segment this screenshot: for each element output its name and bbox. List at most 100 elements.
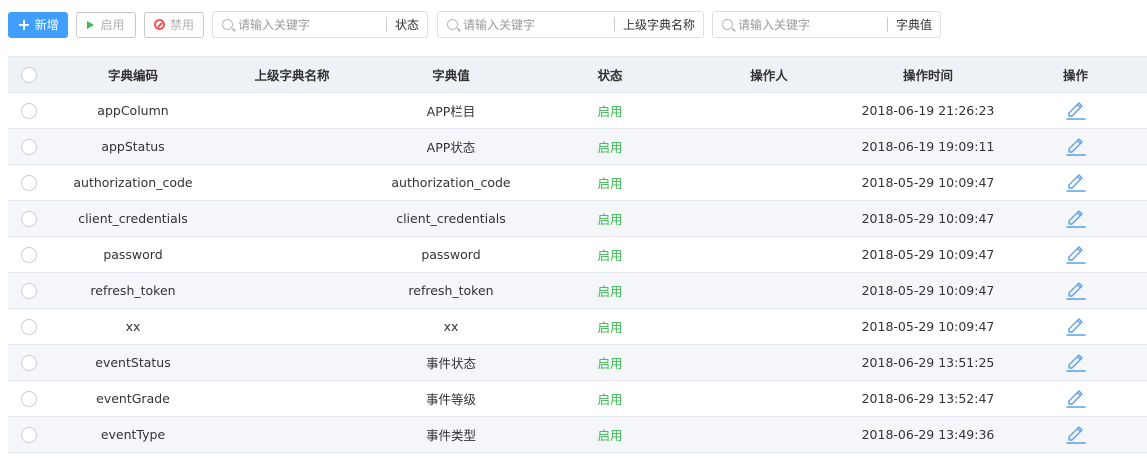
row-select-checkbox[interactable] (21, 282, 37, 299)
edit-icon[interactable] (1065, 245, 1087, 265)
cell-status: 启用 (597, 356, 623, 371)
cell-time: 2018-06-29 13:49:36 (861, 427, 995, 442)
edit-icon[interactable] (1065, 209, 1087, 229)
cell-time: 2018-05-29 10:09:47 (861, 319, 995, 334)
cell-code: eventType (100, 427, 166, 442)
row-select-checkbox[interactable] (21, 354, 37, 371)
status-filter-label: 状态 (394, 18, 419, 32)
table-row[interactable]: client_credentials client_credentials 启用… (8, 201, 1147, 237)
column-header-time[interactable]: 操作时间 (852, 65, 1004, 84)
column-header-code[interactable]: 字典编码 (50, 65, 216, 84)
edit-icon[interactable] (1065, 317, 1087, 337)
cell-time: 2018-05-29 10:09:47 (861, 211, 995, 226)
parent-name-filter-label: 上级字典名称 (622, 18, 695, 32)
table-row[interactable]: eventStatus 事件状态 启用 2018-06-29 13:51:25 (8, 345, 1147, 381)
table-row[interactable]: appStatus APP状态 启用 2018-06-19 19:09:11 (8, 129, 1147, 165)
cell-action (1004, 389, 1147, 409)
table-header: 字典编码 上级字典名称 字典值 状态 操作人 操作时间 操作 (8, 57, 1147, 93)
enable-button[interactable]: 启用 (76, 11, 136, 38)
row-select-cell (8, 354, 50, 371)
disable-button[interactable]: 禁用 (144, 11, 204, 38)
parent-name-filter: 上级字典名称 (437, 11, 704, 38)
row-select-cell (8, 102, 50, 119)
row-select-cell (8, 210, 50, 227)
row-select-cell (8, 426, 50, 443)
edit-icon[interactable] (1065, 389, 1087, 409)
cell-status: 启用 (597, 212, 623, 227)
row-select-cell (8, 174, 50, 191)
cell-action (1004, 137, 1147, 157)
cell-value: refresh_token (408, 283, 494, 298)
cell-time: 2018-06-19 19:09:11 (861, 139, 995, 154)
cell-code: authorization_code (73, 175, 193, 190)
row-select-checkbox[interactable] (21, 426, 37, 443)
cell-time: 2018-06-19 21:26:23 (861, 103, 995, 118)
disable-button-label: 禁用 (169, 18, 194, 32)
value-search-input[interactable] (738, 17, 887, 32)
value-filter: 字典值 (712, 11, 941, 38)
row-select-checkbox[interactable] (21, 390, 37, 407)
cell-code: eventGrade (96, 391, 170, 406)
row-select-checkbox[interactable] (21, 174, 37, 191)
table-row[interactable]: authorization_code authorization_code 启用… (8, 165, 1147, 201)
column-header-operator[interactable]: 操作人 (686, 65, 852, 84)
cell-value: APP栏目 (426, 104, 476, 119)
edit-icon[interactable] (1065, 281, 1087, 301)
status-search-input[interactable] (238, 17, 386, 32)
cell-action (1004, 245, 1147, 265)
search-icon (722, 19, 733, 30)
search-icon (447, 19, 458, 30)
value-filter-label: 字典值 (895, 18, 932, 32)
cell-value: client_credentials (396, 211, 506, 226)
select-all-cell (8, 66, 50, 83)
cell-value: authorization_code (391, 175, 511, 190)
row-select-checkbox[interactable] (21, 318, 37, 335)
table-row[interactable]: refresh_token refresh_token 启用 2018-05-2… (8, 273, 1147, 309)
cell-time: 2018-05-29 10:09:47 (861, 175, 995, 190)
edit-icon[interactable] (1065, 173, 1087, 193)
parent-name-search-input[interactable] (463, 17, 614, 32)
add-button[interactable]: + 新增 (8, 11, 68, 38)
cell-value: 事件等级 (425, 392, 476, 407)
edit-icon[interactable] (1065, 353, 1087, 373)
table-row[interactable]: eventGrade 事件等级 启用 2018-06-29 13:52:47 (8, 381, 1147, 417)
cell-action (1004, 209, 1147, 229)
plus-icon: + (17, 14, 31, 34)
cell-status: 启用 (597, 140, 623, 155)
cell-time: 2018-06-29 13:51:25 (861, 355, 995, 370)
table-row[interactable]: password password 启用 2018-05-29 10:09:47 (8, 237, 1147, 273)
cell-action (1004, 317, 1147, 337)
row-select-cell (8, 390, 50, 407)
row-select-cell (8, 282, 50, 299)
cell-action (1004, 281, 1147, 301)
cell-value: xx (443, 319, 459, 334)
cell-status: 启用 (597, 248, 623, 263)
edit-icon[interactable] (1065, 137, 1087, 157)
cell-status: 启用 (597, 104, 623, 119)
enable-button-label: 启用 (100, 18, 125, 32)
table-row[interactable]: xx xx 启用 2018-05-29 10:09:47 (8, 309, 1147, 345)
table-row[interactable]: appColumn APP栏目 启用 2018-06-19 21:26:23 (8, 93, 1147, 129)
row-select-checkbox[interactable] (21, 102, 37, 119)
cell-time: 2018-05-29 10:09:47 (861, 247, 995, 262)
cell-time: 2018-05-29 10:09:47 (861, 283, 995, 298)
edit-icon[interactable] (1065, 101, 1087, 121)
cell-time: 2018-06-29 13:52:47 (861, 391, 995, 406)
table-row[interactable]: eventType 事件类型 启用 2018-06-29 13:49:36 (8, 417, 1147, 453)
column-header-value[interactable]: 字典值 (368, 65, 534, 84)
column-header-status[interactable]: 状态 (534, 65, 686, 84)
row-select-checkbox[interactable] (21, 210, 37, 227)
cell-code: refresh_token (90, 283, 176, 298)
row-select-checkbox[interactable] (21, 138, 37, 155)
row-select-checkbox[interactable] (21, 246, 37, 263)
search-icon (222, 19, 233, 30)
cell-status: 启用 (597, 284, 623, 299)
cell-value: password (421, 247, 481, 262)
add-button-label: 新增 (34, 18, 59, 32)
select-all-checkbox[interactable] (21, 66, 37, 83)
cell-code: appColumn (97, 103, 169, 118)
cell-status: 启用 (597, 392, 623, 407)
edit-icon[interactable] (1065, 425, 1087, 445)
column-header-parent[interactable]: 上级字典名称 (216, 65, 368, 84)
dictionary-table: 字典编码 上级字典名称 字典值 状态 操作人 操作时间 操作 appColumn… (8, 56, 1147, 453)
